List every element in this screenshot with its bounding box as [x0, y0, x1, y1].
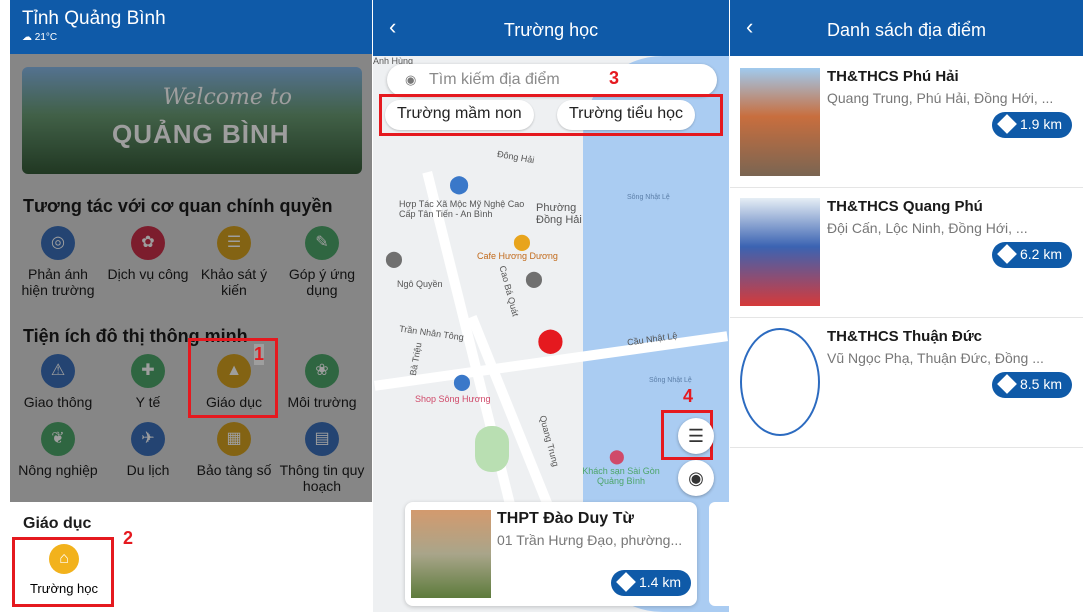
map-label: Sông Nhật Lệ — [627, 194, 670, 201]
list-item[interactable]: TH&THCS Quang Phú Đội Cấn, Lộc Ninh, Đồn… — [730, 188, 1083, 318]
park-area — [475, 426, 509, 472]
home-screen: Tỉnh Quảng Bình ☁ 21°C Welcome to QUẢNG … — [10, 0, 372, 612]
temperature: 21°C — [34, 32, 58, 43]
map-label: Cafe Hương Dương — [477, 251, 558, 261]
list-icon: ☰ — [687, 425, 705, 446]
direction-icon — [997, 244, 1017, 264]
selected-location-pin-icon[interactable]: ⬤ — [537, 326, 564, 355]
location-pin-icon: ◉ — [405, 72, 417, 87]
list-view-button[interactable]: ☰ — [678, 418, 714, 454]
dim-overlay — [10, 54, 372, 502]
map-label: Cao Bá Quát — [497, 264, 521, 318]
school-address: Vũ Ngọc Phạ, Thuận Đức, Đồng ... — [827, 350, 1044, 366]
map-label: Phường Đồng Hải — [536, 202, 582, 226]
map-label: Trần Nhân Tông — [398, 323, 465, 343]
direction-icon — [616, 572, 636, 592]
distance-badge[interactable]: 6.2 km — [992, 242, 1073, 268]
school-card[interactable]: THPT Đào Duy Từ 01 Trần Hưng Đạo, phường… — [405, 502, 697, 606]
school-name: TH&THCS Phú Hải — [827, 68, 959, 85]
distance-badge[interactable]: 1.4 km — [611, 570, 692, 596]
map-title: Trường học — [503, 20, 599, 40]
list-item[interactable]: TH&THCS Thuận Đức Vũ Ngọc Phạ, Thuận Đức… — [730, 318, 1083, 448]
list-header: ‹ Danh sách địa điểm — [730, 0, 1083, 56]
direction-icon — [997, 114, 1017, 134]
next-card-peek[interactable] — [709, 502, 729, 606]
province-name: Tỉnh Quảng Bình — [22, 8, 166, 29]
search-input[interactable]: Tìm kiếm địa điểm — [429, 71, 560, 89]
map-label: Ngô Quyền — [397, 279, 443, 289]
map-pin-icon[interactable]: ⬤ — [385, 249, 403, 269]
annotation-2: 2 — [123, 528, 134, 548]
map-label: Khách sạn Sài Gòn Quảng Bình — [582, 466, 660, 486]
direction-icon — [997, 374, 1017, 394]
map-label: Đông Hải — [496, 148, 536, 166]
cloud-icon: ☁ — [22, 32, 32, 43]
school-map-screen: ‹ Trường học Anh Hùng Đông Hải Hợp Tác X… — [373, 0, 729, 612]
school-photo — [740, 68, 820, 176]
map-header: ‹ Trường học — [373, 0, 729, 56]
annotation-1: 1 — [254, 344, 265, 365]
school-address: Quang Trung, Phú Hải, Đồng Hới, ... — [827, 90, 1054, 106]
target-icon: ◉ — [688, 467, 704, 488]
map-pin-icon[interactable]: ⬤ — [513, 232, 531, 252]
distance-badge[interactable]: 8.5 km — [992, 372, 1073, 398]
school-name: THPT Đào Duy Từ — [497, 510, 634, 527]
province-header: Tỉnh Quảng Bình ☁ 21°C — [10, 0, 372, 54]
highlight-box-1 — [188, 338, 278, 418]
school-name: TH&THCS Quang Phú — [827, 198, 983, 215]
school-address: Đội Cấn, Lộc Ninh, Đồng Hới, ... — [827, 220, 1028, 236]
school-photo — [740, 198, 820, 306]
sub-section-title: Giáo dục — [23, 515, 92, 532]
map-pin-icon[interactable]: ⬤ — [609, 448, 625, 465]
map-pin-icon[interactable]: ⬤ — [449, 174, 469, 195]
location-list-screen: ‹ Danh sách địa điểm TH&THCS Phú Hải Qua… — [730, 0, 1083, 612]
school-address: 01 Trần Hưng Đạo, phường... — [497, 532, 683, 548]
school-photo — [411, 510, 491, 598]
map-label: Sông Nhật Lệ — [649, 377, 692, 384]
school-logo — [740, 328, 820, 436]
distance-badge[interactable]: 1.9 km — [992, 112, 1073, 138]
highlight-box-2 — [12, 537, 114, 607]
search-bar[interactable]: ◉ Tìm kiếm địa điểm — [387, 64, 717, 96]
map-pin-icon[interactable]: ⬤ — [525, 269, 543, 289]
annotation-4: 4 — [683, 386, 694, 406]
list-item[interactable]: TH&THCS Phú Hải Quang Trung, Phú Hải, Đồ… — [730, 58, 1083, 188]
map-label: Shop Sông Hương — [415, 394, 491, 404]
map-label: Hợp Tác Xã Mộc Mỹ Nghệ Cao Cấp Tân Tiến … — [399, 199, 525, 219]
highlight-box-3 — [379, 94, 723, 136]
school-name: TH&THCS Thuận Đức — [827, 328, 983, 345]
my-location-button[interactable]: ◉ — [678, 460, 714, 496]
map-label: Quang Trung — [537, 414, 561, 468]
map-label: Bà Triệu — [407, 341, 424, 377]
annotation-3: 3 — [609, 68, 620, 88]
list-title: Danh sách địa điểm — [826, 20, 987, 40]
map-view[interactable]: Anh Hùng Đông Hải Hợp Tác Xã Mộc Mỹ Nghệ… — [373, 56, 729, 612]
map-pin-icon[interactable]: ⬤ — [453, 372, 471, 392]
